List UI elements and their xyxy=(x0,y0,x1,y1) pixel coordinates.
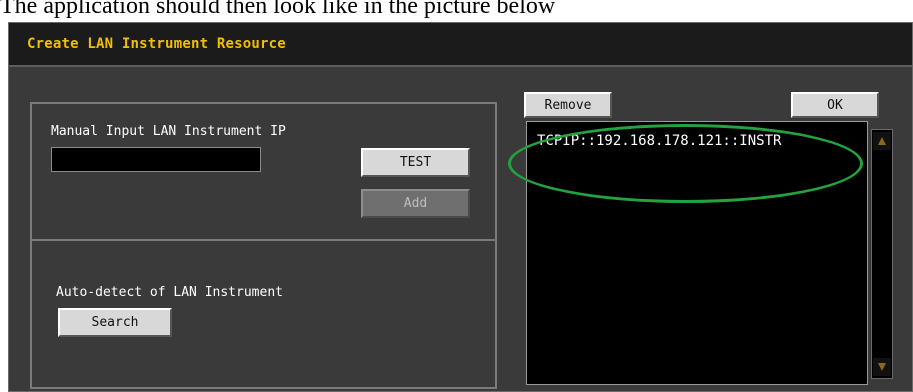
dialog-titlebar: Create LAN Instrument Resource xyxy=(9,23,912,67)
resource-list[interactable]: TCPIP::192.168.178.121::INSTR xyxy=(526,121,868,385)
ip-input-field[interactable] xyxy=(51,147,261,172)
manual-input-panel: Manual Input LAN Instrument IP TEST Add xyxy=(30,102,497,241)
dialog-title: Create LAN Instrument Resource xyxy=(27,36,286,52)
create-lan-resource-dialog: Create LAN Instrument Resource Manual In… xyxy=(8,22,913,392)
search-button-label: Search xyxy=(91,315,139,330)
add-button-label: Add xyxy=(403,196,428,211)
list-item[interactable]: TCPIP::192.168.178.121::INSTR xyxy=(537,133,781,149)
auto-detect-panel: Auto-detect of LAN Instrument Search xyxy=(30,239,497,389)
search-button[interactable]: Search xyxy=(58,308,172,337)
caption-text: The application should then look like in… xyxy=(0,0,556,19)
remove-button-label: Remove xyxy=(544,97,592,113)
top-caption: The application should then look like in… xyxy=(0,0,913,22)
manual-ip-label: Manual Input LAN Instrument IP xyxy=(51,124,286,139)
test-button[interactable]: TEST xyxy=(361,148,470,177)
ok-button-label: OK xyxy=(827,97,843,113)
add-button[interactable]: Add xyxy=(361,189,470,218)
auto-detect-label: Auto-detect of LAN Instrument xyxy=(56,285,283,300)
ok-button[interactable]: OK xyxy=(791,92,879,118)
scroll-down-arrow-icon[interactable] xyxy=(873,358,891,376)
list-scrollbar[interactable] xyxy=(871,129,893,379)
scroll-up-arrow-icon[interactable] xyxy=(873,132,891,150)
test-button-label: TEST xyxy=(399,155,432,170)
remove-button[interactable]: Remove xyxy=(524,92,612,118)
